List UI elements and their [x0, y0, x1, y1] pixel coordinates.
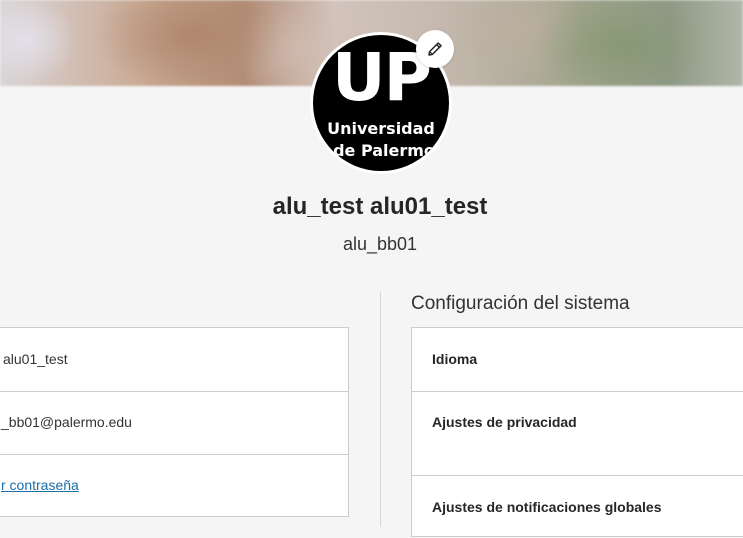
setting-language-label: Idioma — [432, 351, 478, 367]
setting-privacy-label: Ajustes de privacidad — [432, 414, 577, 430]
logo-text-line-2: de Palermo — [333, 141, 435, 160]
user-full-name: alu_test alu01_test — [272, 193, 488, 220]
column-divider — [380, 292, 381, 527]
setting-language[interactable]: Idioma — [412, 328, 743, 392]
last-name-value: alu01_test — [3, 351, 68, 367]
user-username: alu_bb01 — [342, 234, 418, 254]
setting-global-notifications[interactable]: Ajustes de notificaciones globales — [412, 476, 743, 538]
email-value: _bb01@palermo.edu — [1, 414, 132, 430]
setting-notifications-label: Ajustes de notificaciones globales — [432, 499, 662, 515]
basic-info-row-email: _bb01@palermo.edu — [0, 391, 348, 455]
edit-avatar-button[interactable] — [416, 30, 454, 68]
basic-info-card: alu01_test _bb01@palermo.edu r contraseñ… — [0, 327, 349, 517]
logo-text-line-1: Universidad — [327, 119, 435, 138]
pencil-icon — [428, 42, 442, 56]
basic-info-row-password: r contraseña — [0, 454, 348, 516]
system-settings-title: Configuración del sistema — [411, 293, 630, 314]
change-password-link[interactable]: r contraseña — [1, 476, 79, 494]
basic-info-row-last-name: alu01_test — [0, 328, 348, 392]
setting-privacy[interactable]: Ajustes de privacidad — [412, 391, 743, 476]
system-settings-card: Idioma Ajustes de privacidad Ajustes de … — [411, 327, 743, 537]
